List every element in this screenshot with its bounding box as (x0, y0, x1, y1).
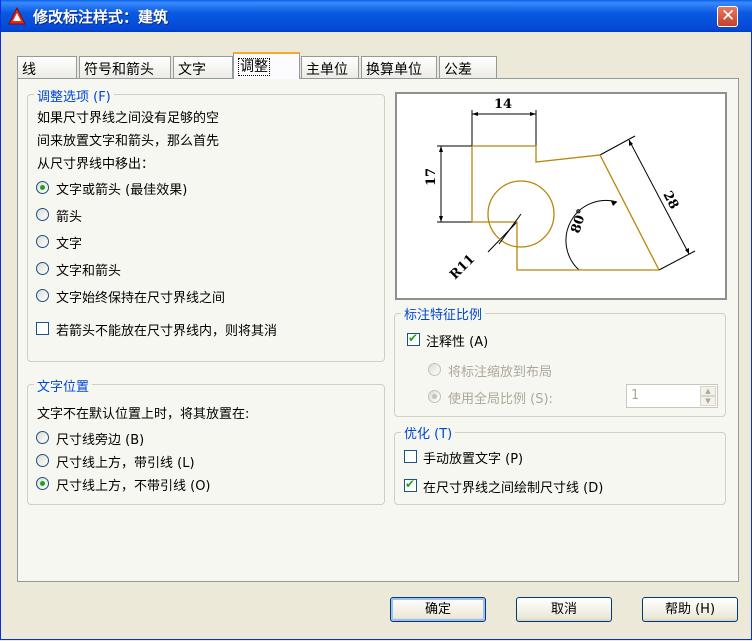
autocad-logo-icon (8, 7, 26, 25)
tab-primary-units[interactable]: 主单位 (301, 56, 359, 78)
radio-label: 使用全局比例 (S): (448, 392, 553, 407)
preview-dim-28: 28 (659, 189, 681, 212)
radio-label: 文字 (56, 237, 83, 252)
checkbox-label: 在尺寸界线之间绘制尺寸线 (D) (423, 481, 604, 496)
title-bar[interactable]: 修改标注样式：建筑 ✕ (1, 0, 752, 32)
checkbox-label: 手动放置文字 (P) (423, 452, 524, 467)
dialog-window: 修改标注样式：建筑 ✕ 线 符号和箭头 文字 调整 主单位 换算单位 公差 调整… (0, 0, 752, 640)
preview-drawing: 14 17 28 80° R11 (424, 97, 696, 283)
annotative-checkbox[interactable] (407, 331, 420, 346)
radio-both-text-arrows[interactable] (36, 262, 49, 275)
overall-scale-spinner[interactable]: 1 ▲ ▼ (626, 384, 718, 408)
radio-label: 文字始终保持在尺寸界线之间 (56, 291, 226, 306)
preview-angle: 80° (569, 207, 591, 235)
tab-symbols-arrows[interactable]: 符号和箭头 (79, 56, 171, 78)
radio-label: 将标注缩放到布局 (448, 365, 553, 380)
preview-radius: R11 (447, 252, 478, 283)
radio-label: 尺寸线旁边 (B) (56, 433, 145, 448)
fit-description-line: 如果尺寸界线之间没有足够的空 (37, 111, 220, 126)
fit-description-line: 从尺寸界线中移出： (37, 157, 155, 172)
radio-always-keep-text[interactable] (36, 289, 49, 302)
radio-label: 尺寸线上方，带引线 (L) (56, 456, 195, 471)
close-button[interactable]: ✕ (717, 6, 738, 27)
overall-scale-value: 1 (631, 388, 640, 403)
tab-lines[interactable]: 线 (17, 56, 77, 78)
preview-dim-17: 17 (424, 168, 439, 186)
manual-text-checkbox[interactable] (404, 450, 417, 463)
radio-label: 箭头 (56, 210, 83, 225)
checkbox-label: 注释性 (A) (426, 335, 489, 350)
ok-button[interactable]: 确定 (390, 597, 486, 622)
tab-tolerances[interactable]: 公差 (439, 56, 497, 78)
spin-down-icon[interactable]: ▼ (700, 396, 716, 406)
fit-options-legend: 调整选项 (F) (34, 86, 114, 105)
radio-text-or-arrows[interactable] (36, 181, 49, 194)
suppress-arrows-checkbox[interactable] (36, 322, 49, 335)
radio-beside-dimline[interactable] (36, 431, 49, 444)
radio-text[interactable] (36, 235, 49, 248)
help-button[interactable]: 帮助 (H) (642, 597, 738, 622)
fit-description-line: 间来放置文字和箭头，那么首先 (37, 134, 220, 149)
checkbox-label: 若箭头不能放在尺寸界线内，则将其消 (56, 324, 278, 339)
radio-over-without-leader[interactable] (36, 477, 49, 490)
draw-dimline-checkbox[interactable] (404, 477, 417, 492)
tab-text[interactable]: 文字 (173, 56, 233, 78)
close-icon: ✕ (721, 6, 736, 26)
radio-label: 文字或箭头 (最佳效果) (56, 183, 188, 198)
window-title: 修改标注样式：建筑 (33, 8, 169, 26)
tab-alternate-units[interactable]: 换算单位 (361, 56, 437, 78)
style-preview: 14 17 28 80° R11 (395, 92, 727, 300)
spin-up-icon[interactable]: ▲ (700, 386, 716, 396)
fine-tuning-legend: 优化 (T) (401, 423, 456, 442)
text-placement-legend: 文字位置 (34, 376, 93, 395)
tab-fit[interactable]: 调整 (233, 52, 300, 79)
radio-label: 文字和箭头 (56, 264, 122, 279)
cancel-button[interactable]: 取消 (516, 597, 612, 622)
text-placement-description: 文字不在默认位置上时，将其放置在: (37, 407, 250, 422)
radio-over-with-leader[interactable] (36, 454, 49, 467)
radio-label: 尺寸线上方，不带引线 (O) (56, 479, 211, 494)
scale-legend: 标注特征比例 (401, 304, 486, 323)
radio-scale-to-layout[interactable] (428, 363, 441, 376)
radio-arrows[interactable] (36, 208, 49, 221)
preview-dim-14: 14 (494, 97, 512, 112)
radio-use-overall-scale[interactable] (428, 390, 441, 403)
